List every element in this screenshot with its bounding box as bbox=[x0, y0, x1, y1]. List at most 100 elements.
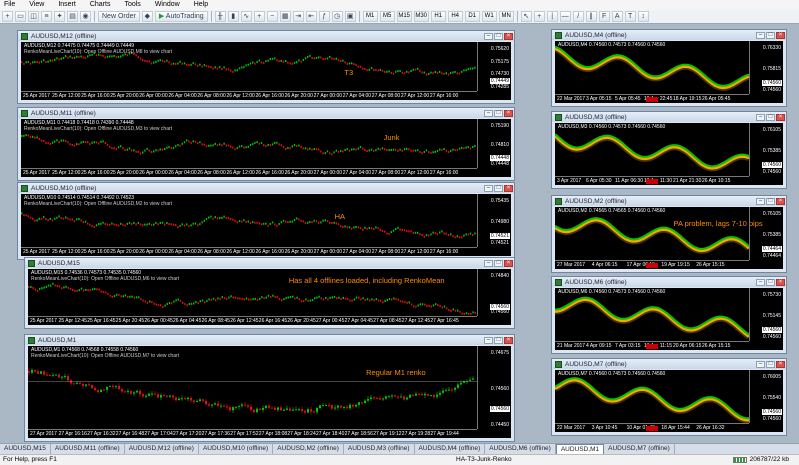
text-icon[interactable]: A bbox=[611, 11, 623, 22]
maximize-button[interactable]: □ bbox=[766, 31, 775, 39]
new-order-button[interactable]: New Order bbox=[98, 11, 140, 22]
price-chart[interactable]: AUDUSD,M12 0.74475 0.74475 0.74449 0.744… bbox=[21, 42, 511, 100]
menu-help[interactable]: Help bbox=[187, 0, 215, 10]
price-scale[interactable]: 0.75435 0.74980 0.74521 bbox=[477, 194, 511, 247]
price-scale[interactable]: 0.76105 0.75385 0.74464 bbox=[749, 207, 783, 260]
maximize-button[interactable]: □ bbox=[494, 109, 503, 117]
chart-window-m11[interactable]: AUDUSD,M11 (offline) ‒ □ × AUDUSD,M11 0.7441… bbox=[17, 107, 515, 181]
minimize-button[interactable]: ‒ bbox=[756, 31, 765, 39]
maximize-button[interactable]: □ bbox=[494, 336, 503, 344]
minimize-button[interactable]: ‒ bbox=[484, 336, 493, 344]
bar-chart-icon[interactable]: ╫ bbox=[214, 11, 226, 22]
close-button[interactable]: × bbox=[776, 31, 785, 39]
window-titlebar[interactable]: AUDUSD,M3 (offline) ‒ □ × bbox=[552, 112, 786, 122]
menu-window[interactable]: Window bbox=[148, 0, 187, 10]
minimize-button[interactable]: ‒ bbox=[484, 109, 493, 117]
profiles-icon[interactable]: ▭ bbox=[15, 11, 26, 22]
price-chart[interactable]: AUDUSD,M6 0.74560 0.74573 0.74560 0.7456… bbox=[555, 288, 783, 350]
timeframe-h4[interactable]: H4 bbox=[447, 11, 463, 22]
horizontal-line-icon[interactable]: — bbox=[559, 11, 571, 22]
trendline-icon[interactable]: / bbox=[572, 11, 584, 22]
chart-plot-area[interactable] bbox=[555, 370, 749, 424]
time-scale[interactable]: 25 Apr 2017 25 Apr 12:00 25 Apr 16:00 25 Ap… bbox=[21, 247, 477, 256]
autotrading-button[interactable]: ▶ AutoTrading bbox=[154, 11, 208, 22]
price-chart[interactable]: AUDUSD,M1 0.74568 0.74568 0.74558 0.7456… bbox=[28, 346, 511, 438]
timeframe-w1[interactable]: W1 bbox=[481, 11, 497, 22]
window-titlebar[interactable]: AUDUSD,M11 (offline) ‒ □ × bbox=[18, 108, 514, 118]
close-button[interactable]: × bbox=[504, 32, 513, 40]
minimize-button[interactable]: ‒ bbox=[756, 113, 765, 121]
time-scale[interactable]: 25 Apr 2017 25 Apr 12:00 25 Apr 16:00 25 Ap… bbox=[21, 168, 477, 177]
price-chart[interactable]: AUDUSD,M10 0.74514 0.74514 0.74492 0.745… bbox=[21, 194, 511, 256]
maximize-button[interactable]: □ bbox=[766, 197, 775, 205]
fibo-icon[interactable]: F bbox=[598, 11, 610, 22]
data-window-icon[interactable]: ≡ bbox=[41, 11, 52, 22]
chart-tab[interactable]: AUDUSD,M3 (offline) bbox=[344, 444, 415, 454]
chart-plot-area[interactable] bbox=[555, 207, 749, 261]
chart-tab[interactable]: AUDUSD,M15 bbox=[0, 444, 51, 454]
chart-window-m7[interactable]: AUDUSD,M7 (offline) ‒ □ × AUDUSD,M7 0.74560 … bbox=[551, 358, 787, 436]
navigator-icon[interactable]: ✦ bbox=[54, 11, 65, 22]
chart-window-m12[interactable]: AUDUSD,M12 (offline) ‒ □ × AUDUSD,M12 0.7447… bbox=[17, 30, 515, 104]
maximize-button[interactable]: □ bbox=[494, 32, 503, 40]
terminal-icon[interactable]: ▤ bbox=[67, 11, 78, 22]
arrows-icon[interactable]: ↕ bbox=[637, 11, 649, 22]
price-scale[interactable]: 0.75730 0.75145 0.74560 bbox=[749, 288, 783, 341]
price-chart[interactable]: AUDUSD,M11 0.74418 0.74418 0.74390 0.744… bbox=[21, 119, 511, 177]
minimize-button[interactable]: ‒ bbox=[756, 360, 765, 368]
maximize-button[interactable]: □ bbox=[494, 184, 503, 192]
candlestick-icon[interactable]: ▮ bbox=[227, 11, 239, 22]
close-button[interactable]: × bbox=[776, 360, 785, 368]
chart-window-m10[interactable]: AUDUSD,M10 (offline) ‒ □ × AUDUSD,M10 0.7451… bbox=[17, 182, 515, 260]
chart-tab[interactable]: AUDUSD,M1 bbox=[555, 444, 605, 454]
vertical-line-icon[interactable]: | bbox=[546, 11, 558, 22]
chart-tab[interactable]: AUDUSD,M11 (offline) bbox=[51, 444, 125, 454]
timeframe-m5[interactable]: M5 bbox=[379, 11, 395, 22]
time-scale[interactable]: 25 Apr 2017 25 Apr 12:45 25 Apr 16:45 25 Ap… bbox=[28, 316, 477, 325]
chart-tab[interactable]: AUDUSD,M2 (offline) bbox=[273, 444, 344, 454]
minimize-button[interactable]: ‒ bbox=[484, 184, 493, 192]
window-titlebar[interactable]: AUDUSD,M1 ‒ □ × bbox=[25, 335, 514, 345]
zoom-out-icon[interactable]: − bbox=[266, 11, 278, 22]
price-chart[interactable]: AUDUSD,M15 0.74536 0.74573 0.74535 0.745… bbox=[28, 269, 511, 325]
tester-icon[interactable]: ◉ bbox=[80, 11, 91, 22]
price-chart[interactable]: AUDUSD,M7 0.74560 0.74573 0.74560 0.7456… bbox=[555, 370, 783, 432]
cursor-icon[interactable]: ↖ bbox=[520, 11, 532, 22]
maximize-button[interactable]: □ bbox=[766, 278, 775, 286]
chart-tab[interactable]: AUDUSD,M7 (offline) bbox=[604, 444, 675, 454]
close-button[interactable]: × bbox=[504, 336, 513, 344]
minimize-button[interactable]: ‒ bbox=[756, 197, 765, 205]
price-chart[interactable]: AUDUSD,M4 0.74560 0.74573 0.74560 0.7456… bbox=[555, 41, 783, 103]
time-scale[interactable]: 25 Apr 2017 25 Apr 12:00 25 Apr 16:00 25 Ap… bbox=[21, 91, 477, 100]
label-icon[interactable]: T bbox=[624, 11, 636, 22]
time-scale[interactable]: 27 Apr 2017 27 Apr 16:16 27 Apr 16:32 27 Ap… bbox=[28, 429, 477, 438]
price-scale[interactable]: 0.76105 0.75385 0.74560 bbox=[749, 123, 783, 176]
price-scale[interactable]: 0.74675 0.74560 0.74450 bbox=[477, 346, 511, 429]
timeframe-m15[interactable]: M15 bbox=[396, 11, 412, 22]
market-watch-icon[interactable]: ◫ bbox=[28, 11, 39, 22]
chart-plot-area[interactable] bbox=[555, 123, 749, 177]
window-titlebar[interactable]: AUDUSD,M2 (offline) ‒ □ × bbox=[552, 196, 786, 206]
new-chart-icon[interactable]: + bbox=[2, 11, 13, 22]
autoscroll-icon[interactable]: ⇥ bbox=[292, 11, 304, 22]
close-button[interactable]: × bbox=[776, 197, 785, 205]
menu-insert[interactable]: Insert bbox=[51, 0, 83, 10]
timeframe-m1[interactable]: M1 bbox=[362, 11, 378, 22]
chart-plot-area[interactable] bbox=[555, 288, 749, 342]
chart-shift-icon[interactable]: ⇤ bbox=[305, 11, 317, 22]
tile-windows-icon[interactable]: ▦ bbox=[279, 11, 291, 22]
timeframe-d1[interactable]: D1 bbox=[464, 11, 480, 22]
chart-window-m15[interactable]: AUDUSD,M15 ‒ □ × AUDUSD,M15 0.74536 0.74573 … bbox=[24, 257, 515, 329]
crosshair-icon[interactable]: + bbox=[533, 11, 545, 22]
price-chart[interactable]: AUDUSD,M3 0.74560 0.74573 0.74560 0.7456… bbox=[555, 123, 783, 185]
timeframe-m30[interactable]: M30 bbox=[413, 11, 429, 22]
minimize-button[interactable]: ‒ bbox=[756, 278, 765, 286]
metaeditor-icon[interactable]: ◆ bbox=[141, 11, 153, 22]
chart-window-m6[interactable]: AUDUSD,M6 (offline) ‒ □ × AUDUSD,M6 0.74560 … bbox=[551, 276, 787, 354]
maximize-button[interactable]: □ bbox=[766, 113, 775, 121]
chart-window-m4[interactable]: AUDUSD,M4 (offline) ‒ □ × AUDUSD,M4 0.74560 … bbox=[551, 29, 787, 107]
window-titlebar[interactable]: AUDUSD,M6 (offline) ‒ □ × bbox=[552, 277, 786, 287]
price-chart[interactable]: AUDUSD,M2 0.74565 0.74565 0.74560 0.7456… bbox=[555, 207, 783, 269]
menu-file[interactable]: File bbox=[0, 0, 22, 10]
chart-window-m3[interactable]: AUDUSD,M3 (offline) ‒ □ × AUDUSD,M3 0.74560 … bbox=[551, 111, 787, 189]
